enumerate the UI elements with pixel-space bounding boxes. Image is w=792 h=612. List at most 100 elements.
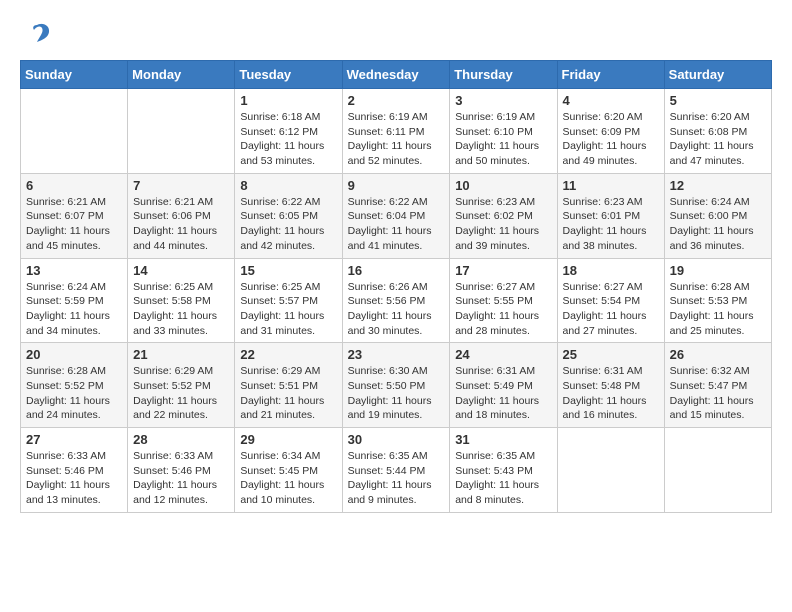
day-number: 23 bbox=[348, 347, 445, 362]
day-info: Sunset: 5:59 PM bbox=[26, 294, 122, 309]
day-info: Daylight: 11 hours and 28 minutes. bbox=[455, 309, 551, 338]
day-number: 16 bbox=[348, 263, 445, 278]
day-number: 30 bbox=[348, 432, 445, 447]
day-info: Daylight: 11 hours and 52 minutes. bbox=[348, 139, 445, 168]
day-info: Daylight: 11 hours and 30 minutes. bbox=[348, 309, 445, 338]
logo bbox=[20, 20, 52, 50]
day-info: Sunrise: 6:33 AM bbox=[26, 449, 122, 464]
day-info: Sunset: 5:52 PM bbox=[133, 379, 229, 394]
day-number: 26 bbox=[670, 347, 766, 362]
calendar-cell: 4Sunrise: 6:20 AMSunset: 6:09 PMDaylight… bbox=[557, 89, 664, 174]
calendar-cell: 24Sunrise: 6:31 AMSunset: 5:49 PMDayligh… bbox=[450, 343, 557, 428]
day-info: Daylight: 11 hours and 10 minutes. bbox=[240, 478, 336, 507]
day-info: Sunset: 5:56 PM bbox=[348, 294, 445, 309]
day-number: 19 bbox=[670, 263, 766, 278]
day-info: Sunset: 5:58 PM bbox=[133, 294, 229, 309]
day-info: Sunrise: 6:20 AM bbox=[563, 110, 659, 125]
day-info: Sunrise: 6:25 AM bbox=[133, 280, 229, 295]
calendar-week-row: 27Sunrise: 6:33 AMSunset: 5:46 PMDayligh… bbox=[21, 428, 772, 513]
day-number: 21 bbox=[133, 347, 229, 362]
day-number: 17 bbox=[455, 263, 551, 278]
day-number: 5 bbox=[670, 93, 766, 108]
day-number: 7 bbox=[133, 178, 229, 193]
calendar-cell: 22 Sunrise: 6:29 AMSunset: 5:51 PMDayligh… bbox=[235, 343, 342, 428]
weekday-header-monday: Monday bbox=[128, 61, 235, 89]
calendar-week-row: 13Sunrise: 6:24 AMSunset: 5:59 PMDayligh… bbox=[21, 258, 772, 343]
day-info: Sunrise: 6:29 AM bbox=[240, 364, 336, 379]
day-number: 22 bbox=[240, 347, 336, 362]
day-info: Daylight: 11 hours and 31 minutes. bbox=[240, 309, 336, 338]
day-info: Sunset: 6:06 PM bbox=[133, 209, 229, 224]
calendar-cell: 3Sunrise: 6:19 AMSunset: 6:10 PMDaylight… bbox=[450, 89, 557, 174]
weekday-header-saturday: Saturday bbox=[664, 61, 771, 89]
calendar-cell: 9Sunrise: 6:22 AMSunset: 6:04 PMDaylight… bbox=[342, 173, 450, 258]
calendar-cell: 5Sunrise: 6:20 AMSunset: 6:08 PMDaylight… bbox=[664, 89, 771, 174]
day-number: 15 bbox=[240, 263, 336, 278]
day-number: 11 bbox=[563, 178, 659, 193]
calendar-body: 1Sunrise: 6:18 AMSunset: 6:12 PMDaylight… bbox=[21, 89, 772, 513]
day-info: Sunset: 5:45 PM bbox=[240, 464, 336, 479]
day-info: Sunrise: 6:35 AM bbox=[348, 449, 445, 464]
day-info: Sunset: 6:11 PM bbox=[348, 125, 445, 140]
day-info: Sunset: 5:51 PM bbox=[240, 379, 336, 394]
calendar-cell: 11Sunrise: 6:23 AMSunset: 6:01 PMDayligh… bbox=[557, 173, 664, 258]
day-info: Sunrise: 6:28 AM bbox=[670, 280, 766, 295]
day-info: Daylight: 11 hours and 42 minutes. bbox=[240, 224, 336, 253]
day-info: Daylight: 11 hours and 41 minutes. bbox=[348, 224, 445, 253]
calendar-cell bbox=[21, 89, 128, 174]
day-number: 13 bbox=[26, 263, 122, 278]
calendar-cell: 25Sunrise: 6:31 AMSunset: 5:48 PMDayligh… bbox=[557, 343, 664, 428]
calendar-cell: 29Sunrise: 6:34 AMSunset: 5:45 PMDayligh… bbox=[235, 428, 342, 513]
calendar-cell: 31Sunrise: 6:35 AMSunset: 5:43 PMDayligh… bbox=[450, 428, 557, 513]
day-info: Daylight: 11 hours and 50 minutes. bbox=[455, 139, 551, 168]
calendar-week-row: 6 Sunrise: 6:21 AMSunset: 6:07 PM Daylight… bbox=[21, 173, 772, 258]
day-info: Sunset: 5:44 PM bbox=[348, 464, 445, 479]
day-info: Sunrise: 6:25 AM bbox=[240, 280, 336, 295]
calendar-cell bbox=[557, 428, 664, 513]
day-info: Daylight: 11 hours and 21 minutes. bbox=[240, 394, 336, 423]
day-number: 6 bbox=[26, 178, 122, 193]
day-info: Daylight: 11 hours and 19 minutes. bbox=[348, 394, 445, 423]
calendar-cell: 10Sunrise: 6:23 AMSunset: 6:02 PMDayligh… bbox=[450, 173, 557, 258]
calendar-cell: 27Sunrise: 6:33 AMSunset: 5:46 PMDayligh… bbox=[21, 428, 128, 513]
day-info: Sunset: 5:53 PM bbox=[670, 294, 766, 309]
calendar-week-row: 1Sunrise: 6:18 AMSunset: 6:12 PMDaylight… bbox=[21, 89, 772, 174]
day-info: Sunrise: 6:27 AM bbox=[563, 280, 659, 295]
day-info: Daylight: 11 hours and 47 minutes. bbox=[670, 139, 766, 168]
calendar-cell: 17Sunrise: 6:27 AMSunset: 5:55 PMDayligh… bbox=[450, 258, 557, 343]
day-number: 27 bbox=[26, 432, 122, 447]
calendar-cell: 23Sunrise: 6:30 AMSunset: 5:50 PMDayligh… bbox=[342, 343, 450, 428]
day-info: Daylight: 11 hours and 12 minutes. bbox=[133, 478, 229, 507]
day-info: Daylight: 11 hours and 9 minutes. bbox=[348, 478, 445, 507]
day-info: Sunrise: 6:35 AM bbox=[455, 449, 551, 464]
day-number: 25 bbox=[563, 347, 659, 362]
day-info: Sunset: 5:54 PM bbox=[563, 294, 659, 309]
calendar-cell: 21 Sunrise: 6:29 AMSunset: 5:52 PMDayligh… bbox=[128, 343, 235, 428]
day-number: 24 bbox=[455, 347, 551, 362]
day-info: Sunset: 5:48 PM bbox=[563, 379, 659, 394]
day-info: Sunrise: 6:23 AM bbox=[563, 195, 659, 210]
day-info: Sunset: 6:07 PM bbox=[26, 209, 122, 224]
day-info: Sunrise: 6:29 AM bbox=[133, 364, 229, 379]
calendar-cell: 28Sunrise: 6:33 AMSunset: 5:46 PMDayligh… bbox=[128, 428, 235, 513]
calendar-cell: 14Sunrise: 6:25 AMSunset: 5:58 PMDayligh… bbox=[128, 258, 235, 343]
logo-bird-icon bbox=[22, 20, 52, 50]
calendar-cell: 19Sunrise: 6:28 AMSunset: 5:53 PMDayligh… bbox=[664, 258, 771, 343]
day-info: Daylight: 11 hours and 33 minutes. bbox=[133, 309, 229, 338]
day-info: Sunset: 5:49 PM bbox=[455, 379, 551, 394]
day-info: Daylight: 11 hours and 53 minutes. bbox=[240, 139, 336, 168]
calendar-cell: 8Sunrise: 6:22 AMSunset: 6:05 PMDaylight… bbox=[235, 173, 342, 258]
day-info: Daylight: 11 hours and 22 minutes. bbox=[133, 394, 229, 423]
page-header bbox=[20, 20, 772, 50]
calendar-cell: 7Sunrise: 6:21 AMSunset: 6:06 PMDaylight… bbox=[128, 173, 235, 258]
day-info: Sunset: 5:57 PM bbox=[240, 294, 336, 309]
day-info: Sunrise: 6:28 AM bbox=[26, 364, 122, 379]
day-number: 20 bbox=[26, 347, 122, 362]
day-info: Sunrise: 6:23 AM bbox=[455, 195, 551, 210]
day-info: Sunrise: 6:21 AM bbox=[26, 195, 122, 210]
day-info: Sunrise: 6:31 AM bbox=[455, 364, 551, 379]
day-info: Sunrise: 6:22 AM bbox=[240, 195, 336, 210]
day-info: Sunset: 5:55 PM bbox=[455, 294, 551, 309]
day-info: Sunrise: 6:26 AM bbox=[348, 280, 445, 295]
weekday-header-tuesday: Tuesday bbox=[235, 61, 342, 89]
